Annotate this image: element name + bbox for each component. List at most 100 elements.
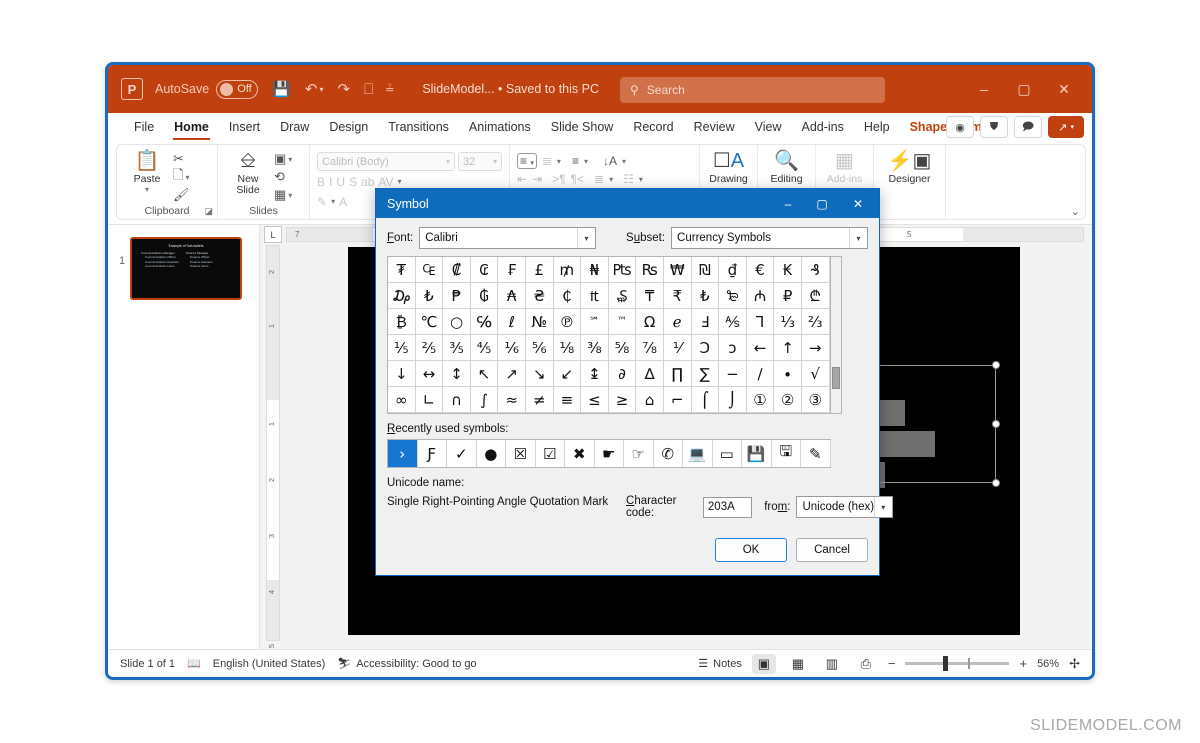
recent-symbols-grid[interactable]: › Ƒ ✓ ● ☒ ☑ ✖ ☛ ☞ ✆ 💻 ▭ 💾 🖫 ✎ (387, 439, 831, 468)
symbol-cell[interactable]: ⅍ (719, 309, 747, 335)
character-code-input[interactable]: 203A (702, 496, 753, 518)
slide-count[interactable]: Slide 1 of 1 (120, 658, 175, 670)
symbol-cell[interactable]: ℠ (581, 309, 609, 335)
recent-symbol-cell[interactable]: ▭ (713, 440, 742, 467)
recent-symbol-cell[interactable]: Ƒ (418, 440, 447, 467)
symbol-cell[interactable]: ↄ (719, 335, 747, 361)
symbol-cell[interactable]: ⅜ (581, 335, 609, 361)
symbol-cell[interactable]: ← (746, 335, 775, 361)
collapse-ribbon-button[interactable]: ⌄ (1071, 205, 1080, 218)
symbol-cell[interactable]: ₺ (415, 283, 444, 309)
symbol-cell[interactable]: ℃ (415, 309, 444, 335)
symbol-cell[interactable]: № (525, 309, 554, 335)
symbol-cell[interactable]: ⅘ (470, 335, 499, 361)
recent-symbol-cell[interactable]: ☑ (536, 440, 565, 467)
symbol-cell[interactable]: ≠ (525, 387, 554, 413)
recent-symbol-cell[interactable]: ✓ (447, 440, 477, 467)
dialog-minimize-button[interactable]: – (771, 189, 805, 218)
symbol-cell[interactable]: ⅂ (746, 309, 775, 335)
align-text-button[interactable]: ≣ (594, 172, 604, 186)
fit-to-window-icon[interactable]: ✢ (1069, 656, 1080, 672)
symbol-cell[interactable]: ₪ (691, 257, 720, 283)
rtl-button[interactable]: ¶< (571, 172, 584, 186)
slide-thumbnail[interactable]: Example of Sub-bullets Communications Ma… (130, 237, 242, 300)
symbol-cell[interactable]: ₵ (553, 283, 582, 309)
ltr-button[interactable]: >¶ (552, 172, 565, 186)
symbol-cell[interactable]: ⅕ (388, 335, 416, 361)
bold-button[interactable]: B (317, 174, 325, 190)
font-combo[interactable]: Calibri ▾ (419, 227, 597, 249)
symbol-cell[interactable]: ≤ (581, 387, 609, 413)
symbol-cell[interactable]: ℗ (553, 309, 582, 335)
symbol-cell[interactable]: € (746, 257, 775, 283)
recent-symbol-cell[interactable]: 💻 (683, 440, 713, 467)
symbol-cell[interactable]: ₲ (470, 283, 499, 309)
layout-button[interactable]: ▣ ▾ (274, 151, 292, 167)
symbol-cell[interactable]: ② (774, 387, 802, 413)
symbol-cell[interactable]: ○ (443, 309, 471, 335)
strikethrough-button[interactable]: ab (361, 174, 374, 190)
symbol-cell[interactable]: ℯ (663, 309, 692, 335)
resize-handle[interactable] (992, 420, 1000, 428)
symbol-cell[interactable]: ∟ (415, 387, 444, 413)
symbol-cell[interactable]: ₭ (774, 257, 802, 283)
symbol-cell[interactable]: ℓ (498, 309, 526, 335)
customize-quick-access-icon[interactable]: ≟ (385, 83, 394, 96)
symbol-cell[interactable]: ₿ (388, 309, 416, 335)
from-combo[interactable]: Unicode (hex) ▾ (796, 496, 893, 518)
comments-button[interactable]: 🗩 (1014, 116, 1042, 138)
symbol-cell[interactable]: ₰ (801, 257, 830, 283)
recent-symbol-cell[interactable]: ☒ (506, 440, 536, 467)
symbol-cell[interactable]: ∕ (746, 361, 775, 387)
record-button[interactable]: ◉ (946, 116, 974, 138)
notes-button[interactable]: ☰ Notes (698, 657, 742, 671)
redo-icon[interactable]: ↷ (338, 80, 351, 98)
tab-animations[interactable]: Animations (459, 114, 541, 140)
symbol-cell[interactable]: ⅓ (774, 309, 802, 335)
maximize-button[interactable]: ▢ (1004, 69, 1044, 109)
symbol-cell[interactable]: ₾ (801, 283, 830, 309)
symbol-cell[interactable]: ₻ (719, 283, 747, 309)
ok-button[interactable]: OK (715, 538, 787, 562)
symbol-cell[interactable]: ₷ (608, 283, 637, 309)
recent-symbol-cell[interactable]: ● (477, 440, 506, 467)
symbol-cell[interactable]: ⅔ (801, 309, 830, 335)
recent-symbol-cell[interactable]: 🖫 (772, 440, 801, 467)
start-presentation-icon[interactable]: ⎕ (364, 81, 373, 98)
symbol-cell[interactable]: ₼ (746, 283, 775, 309)
tab-selector-button[interactable]: L (264, 226, 282, 243)
symbol-cell[interactable]: ₯ (388, 283, 416, 309)
symbol-cell[interactable]: ⅗ (443, 335, 471, 361)
symbol-cell[interactable]: ⅛ (553, 335, 582, 361)
symbol-cell[interactable]: ₴ (525, 283, 554, 309)
decrease-indent-button[interactable]: ⇤ (517, 172, 527, 186)
recent-symbol-cell[interactable]: ☛ (595, 440, 624, 467)
symbol-cell[interactable]: ₸ (636, 283, 664, 309)
symbol-cell[interactable]: ∫ (470, 387, 499, 413)
symbol-cell[interactable]: Ↄ (691, 335, 720, 361)
symbol-cell[interactable]: ₢ (470, 257, 499, 283)
slideshow-button[interactable]: ⎙ (854, 654, 878, 674)
symbol-cell[interactable]: ₥ (553, 257, 582, 283)
reading-view-button[interactable]: ▥ (820, 654, 844, 674)
minimize-button[interactable]: – (964, 69, 1004, 109)
recent-symbol-cell[interactable]: 💾 (742, 440, 772, 467)
recent-symbol-cell[interactable]: ✆ (654, 440, 683, 467)
teams-button[interactable]: ⛊ (980, 116, 1008, 138)
slide-sorter-button[interactable]: ▦ (786, 654, 810, 674)
scrollbar-thumb[interactable] (831, 367, 840, 389)
tab-help[interactable]: Help (854, 114, 900, 140)
symbol-grid[interactable]: ₮ ₠ ₡ ₢ ₣ £ ₥ ₦ ₧ ₨ ₩ ₪ ₫ € ₭ ₰ ₯ ₺ ₱ ₲ … (387, 256, 831, 414)
share-button[interactable]: ↗ ▾ (1048, 116, 1084, 138)
tab-slide-show[interactable]: Slide Show (541, 114, 624, 140)
symbol-cell[interactable]: ↖ (470, 361, 499, 387)
symbol-cell[interactable]: ⅙ (498, 335, 526, 361)
resize-handle[interactable] (992, 361, 1000, 369)
recent-symbol-cell[interactable]: ✖ (565, 440, 595, 467)
symbol-cell[interactable]: ∙ (774, 361, 802, 387)
symbol-cell[interactable]: ₩ (663, 257, 692, 283)
symbol-cell[interactable]: ₹ (663, 283, 692, 309)
symbol-grid-scrollbar[interactable] (830, 256, 842, 414)
close-button[interactable]: ✕ (1044, 69, 1084, 109)
zoom-out-button[interactable]: − (888, 656, 896, 671)
